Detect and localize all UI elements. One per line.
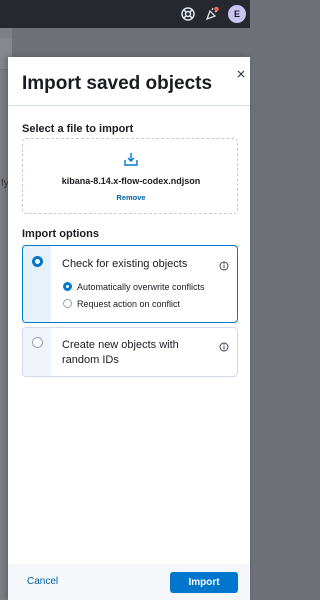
import-button[interactable]: Import [170,572,238,593]
remove-file-link[interactable]: Remove [23,193,239,202]
title-divider [8,105,250,106]
newsfeed-icon[interactable] [204,6,220,22]
help-icon[interactable] [180,6,196,22]
option-check-existing[interactable]: Check for existing objects Automatically… [22,245,238,323]
overwrite-conflicts-label[interactable]: Automatically overwrite conflicts [77,282,205,292]
flyout-footer: Cancel Import [8,564,250,600]
option-check-existing-radio[interactable] [32,256,43,267]
cancel-button[interactable]: Cancel [27,576,58,587]
option-create-new-radio[interactable] [32,337,43,348]
info-icon [219,339,229,352]
close-icon[interactable] [236,66,246,78]
request-action-radio[interactable] [63,299,72,308]
option-radio-rail [23,328,51,376]
option-create-new-title-line1: Create new objects with [62,339,179,351]
overwrite-conflicts-radio[interactable] [63,282,72,291]
import-options-label: Import options [22,228,99,240]
file-dropzone[interactable]: kibana-8.14.x-flow-codex.ndjson Remove [22,138,238,214]
file-section-label: Select a file to import [22,123,134,135]
import-flyout: Import saved objects Select a file to im… [8,57,250,600]
selected-file-name: kibana-8.14.x-flow-codex.ndjson [61,176,201,186]
top-header-bar: E [0,0,250,28]
avatar[interactable]: E [228,5,246,23]
flyout-title: Import saved objects [22,73,213,94]
option-create-new[interactable]: Create new objects with random IDs [22,327,238,377]
import-file-icon [123,151,139,167]
info-icon [219,258,229,271]
option-check-existing-title: Check for existing objects [62,258,188,270]
request-action-label[interactable]: Request action on conflict [77,299,180,309]
option-create-new-title-line2: random IDs [62,354,119,366]
